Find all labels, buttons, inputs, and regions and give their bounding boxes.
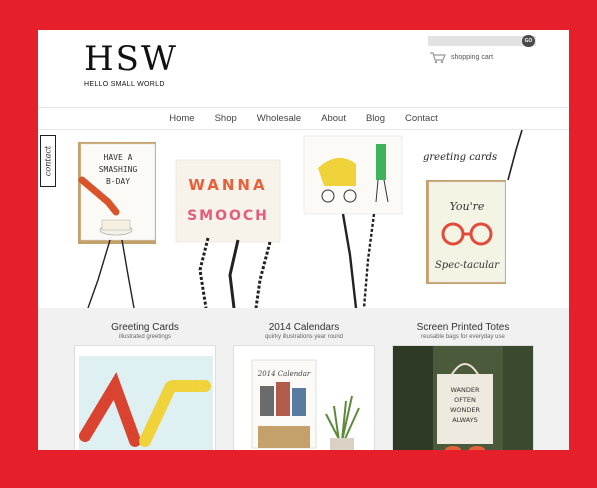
nav-shop[interactable]: Shop (205, 113, 247, 124)
search-go-button[interactable]: GO (522, 35, 535, 47)
svg-text:WONDER: WONDER (450, 406, 481, 414)
svg-text:ALWAYS: ALWAYS (452, 416, 478, 424)
tote-bag-photo: WANDER OFTEN WONDER ALWAYS (393, 346, 533, 450)
product-subtitle: quirky illustrations year round (264, 334, 344, 340)
main-nav: Home Shop Wholesale About Blog Contact (38, 107, 569, 130)
product-image[interactable]: WANDER OFTEN WONDER ALWAYS (392, 345, 534, 450)
card-wanna-smooch: WANNA SMOOCH (175, 159, 281, 243)
svg-text:HAVE A: HAVE A (104, 153, 133, 162)
product-image[interactable] (74, 345, 216, 450)
arms-card-1 (87, 239, 135, 308)
product-calendars[interactable]: 2014 Calendars quirky illustrations year… (229, 308, 379, 450)
arms-card-3 (341, 213, 376, 308)
nav-about[interactable]: About (311, 113, 356, 124)
logo-wordmark: HELLO SMALL WORLD (84, 81, 165, 88)
featured-products: Greeting Cards illustrated greetings 201… (38, 308, 569, 450)
product-totes[interactable]: Screen Printed Totes reusable bags for e… (388, 308, 538, 450)
product-subtitle: reusable bags for everyday use (421, 334, 505, 340)
arm-card-4 (507, 130, 523, 181)
cart-label: shopping cart (451, 54, 494, 61)
svg-text:SMOOCH: SMOOCH (187, 208, 269, 224)
svg-text:SMASHING: SMASHING (99, 165, 138, 174)
svg-text:Spec-tacular: Spec-tacular (435, 260, 500, 271)
cart-icon (430, 52, 446, 64)
search-box (428, 36, 536, 53)
product-title[interactable]: 2014 Calendars (229, 322, 379, 333)
svg-text:OFTEN: OFTEN (454, 396, 476, 404)
calendar-illustration: 2014 Calendar (251, 359, 360, 450)
svg-text:WANDER: WANDER (450, 386, 479, 394)
logo-letters: HSW (84, 39, 178, 79)
product-title[interactable]: Screen Printed Totes (388, 322, 538, 333)
nav-wholesale[interactable]: Wholesale (247, 113, 311, 124)
svg-text:WANNA: WANNA (188, 176, 267, 194)
website-page: HSW HELLO SMALL WORLD GO shopping cart H… (38, 30, 569, 450)
svg-text:B-DAY: B-DAY (106, 177, 130, 186)
calendar-label: 2014 Calendar (257, 370, 311, 378)
product-subtitle: illustrated greetings (118, 334, 172, 340)
svg-text:You're: You're (450, 200, 485, 213)
banner-illustration: HAVE A SMASHING B-DAY WANNA SMOOCH You'r… (78, 130, 523, 308)
product-title[interactable]: Greeting Cards (70, 322, 220, 333)
arms-card-2 (198, 237, 272, 308)
nav-home[interactable]: Home (159, 113, 204, 124)
card-smashing-bday: HAVE A SMASHING B-DAY (78, 142, 156, 244)
product-greeting-cards[interactable]: Greeting Cards illustrated greetings (70, 308, 220, 450)
site-logo[interactable]: HSW HELLO SMALL WORLD (84, 39, 178, 98)
card-baby-carriage (303, 135, 403, 215)
nav-blog[interactable]: Blog (356, 113, 395, 124)
greeting-cards-label: greeting cards (423, 152, 497, 163)
nav-contact[interactable]: Contact (395, 113, 448, 124)
product-image[interactable]: 2014 Calendar (233, 345, 375, 450)
holding-hands-illustration (79, 356, 213, 450)
shopping-cart-link[interactable]: shopping cart (429, 51, 493, 64)
hero-banner[interactable]: contact HAVE A SMASHING B-DAY WANNA SMOO… (38, 130, 569, 308)
card-spectacular: You're Spec-tacular (426, 180, 506, 284)
